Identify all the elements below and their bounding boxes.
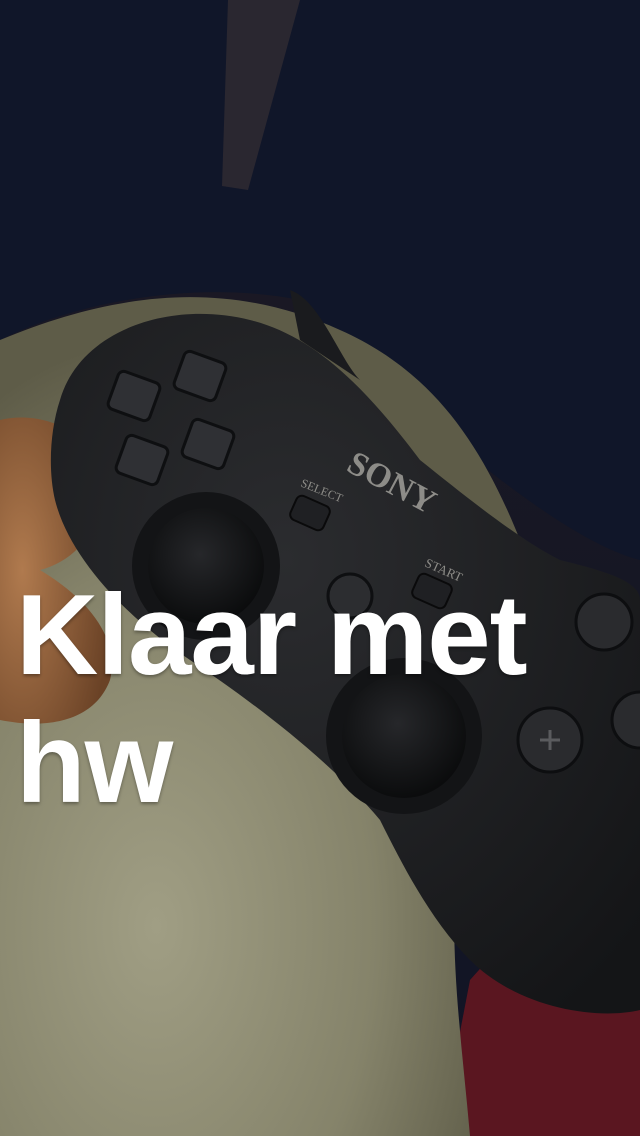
controller-photo: SONY SELECT START bbox=[0, 0, 640, 1136]
snap-screen[interactable]: SONY SELECT START Klaar met hw bbox=[0, 0, 640, 1136]
snap-caption[interactable]: Klaar met hw bbox=[16, 572, 624, 828]
